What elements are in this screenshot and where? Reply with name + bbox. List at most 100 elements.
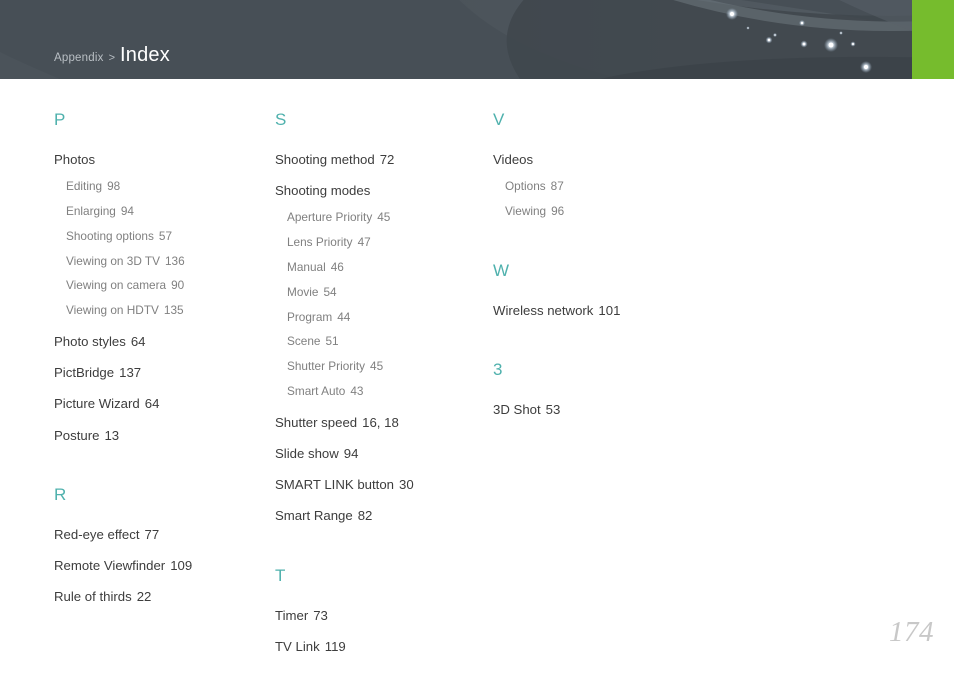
index-entry[interactable]: Photo styles 64 [54, 335, 259, 348]
index-entry-page: 16, 18 [362, 414, 399, 430]
index-subentry-page: 54 [323, 284, 337, 299]
index-entry-page: 73 [313, 607, 328, 623]
index-entry-page: 13 [104, 427, 120, 443]
index-entry-page: 109 [170, 558, 193, 573]
index-subentry-label: Viewing on HDTV [66, 303, 159, 318]
breadcrumb-separator-icon: > [108, 52, 115, 64]
index-subentry[interactable]: Options 87 [505, 179, 703, 194]
index-subentry-page: 46 [330, 260, 344, 274]
index-subentry-label: Smart Auto [287, 383, 346, 398]
index-subentry-label: Aperture Priority [287, 210, 373, 225]
index-entry[interactable]: Remote Viewfinder 109 [54, 559, 259, 572]
index-subentry[interactable]: Manual 46 [287, 260, 480, 274]
index-subentry-page: 45 [377, 210, 391, 225]
index-subentry[interactable]: Enlarging 94 [66, 204, 259, 218]
page-title: Index [120, 44, 170, 66]
index-subentry-page: 43 [350, 383, 364, 398]
index-entry[interactable]: Rule of thirds 22 [54, 590, 259, 603]
index-entry[interactable]: Red-eye effect 77 [54, 528, 259, 541]
index-entry[interactable]: Photos [54, 153, 259, 166]
index-entry[interactable]: Picture Wizard 64 [54, 397, 259, 410]
index-subentry-label: Options [505, 179, 546, 194]
index-subentry[interactable]: Movie 54 [287, 284, 480, 299]
section-letter: S [275, 110, 287, 129]
index-entry[interactable]: Timer 73 [275, 607, 480, 623]
index-entry-label: Videos [493, 152, 534, 167]
index-entry-label: Slide show [275, 445, 339, 461]
index-section-3: 3 3D Shot 53 [493, 361, 703, 416]
index-subentry-label: Scene [287, 334, 321, 349]
section-letter: T [275, 565, 286, 585]
index-subentry[interactable]: Editing 98 [66, 179, 259, 194]
index-entry-label: Shooting modes [275, 183, 371, 199]
index-entry[interactable]: Shooting modes [275, 184, 480, 197]
index-subentry-label: Editing [66, 179, 103, 194]
index-subentry-page: 96 [551, 204, 565, 218]
index-subentry-label: Movie [287, 284, 319, 299]
index-entry-label: Wireless network [493, 302, 594, 318]
index-entry-label: SMART LINK button [275, 477, 394, 493]
page-number: 174 [889, 616, 934, 648]
index-entry-page: 94 [343, 445, 359, 461]
index-section-r: R Red-eye effect 77 Remote Viewfinder 109 Rul… [54, 486, 259, 604]
index-column-3: V Videos Options 87 Viewing 96 W Wireless netwo… [493, 79, 703, 416]
section-letter: R [54, 484, 67, 504]
index-entry[interactable]: 3D Shot 53 [493, 403, 703, 416]
index-subentry-page: 47 [357, 235, 371, 250]
accent-bar [912, 0, 954, 79]
index-column-1: P Photos Editing 98 Enlarging 94 Shooting opti… [54, 79, 259, 603]
index-subentry[interactable]: Viewing on HDTV 135 [66, 303, 259, 318]
index-entry-page: 53 [545, 402, 561, 417]
index-entry[interactable]: PictBridge 137 [54, 366, 259, 379]
index-subentry-page: 90 [171, 278, 185, 293]
index-subentry[interactable]: Shutter Priority 45 [287, 360, 480, 373]
index-entry-label: Timer [275, 607, 309, 623]
index-section-t: T Timer 73 TV Link 119 [275, 567, 480, 653]
index-entry[interactable]: SMART LINK button 30 [275, 478, 480, 491]
section-letter: 3 [493, 360, 503, 379]
index-subentry-page: 94 [120, 204, 134, 218]
breadcrumb: Appendix > Index [54, 44, 170, 67]
index-subentry-label: Program [287, 309, 333, 324]
index-entry-page: 30 [399, 477, 414, 493]
index-entry[interactable]: Shooting method 72 [275, 153, 480, 166]
index-subentry-label: Lens Priority [287, 235, 353, 250]
index-entry[interactable]: Slide show 94 [275, 447, 480, 460]
index-entry[interactable]: Posture 13 [54, 427, 259, 443]
index-subentry[interactable]: Smart Auto 43 [287, 383, 480, 398]
index-column-2: S Shooting method 72 Shooting modes Aperture… [275, 79, 480, 653]
index-entry-label: Shutter speed [275, 414, 358, 430]
index-subentry[interactable]: Aperture Priority 45 [287, 212, 480, 224]
index-entry-label: 3D Shot [493, 402, 541, 417]
index-entry-label: Posture [54, 427, 100, 443]
index-subentry[interactable]: Lens Priority 47 [287, 235, 480, 250]
index-entry-page: 101 [598, 302, 621, 318]
index-entry[interactable]: Smart Range 82 [275, 509, 480, 522]
index-subentry-label: Viewing on camera [66, 278, 167, 293]
index-subentry-page: 57 [158, 228, 173, 243]
index-section-w: W Wireless network 101 [493, 262, 703, 317]
index-entry-page: 77 [144, 526, 160, 542]
index-entry-label: Picture Wizard [54, 396, 140, 412]
index-subentry[interactable]: Program 44 [287, 309, 480, 324]
index-subentry-page: 51 [325, 334, 339, 349]
index-entry[interactable]: Shutter speed 16, 18 [275, 416, 480, 429]
index-entry-label: Shooting method [275, 152, 375, 167]
section-letter: P [54, 110, 66, 129]
index-subentry-page: 87 [550, 179, 564, 194]
index-subentry[interactable]: Viewing on camera 90 [66, 278, 259, 293]
index-entry[interactable]: Wireless network 101 [493, 304, 703, 317]
index-entry[interactable]: Videos [493, 153, 703, 166]
index-subentry[interactable]: Scene 51 [287, 334, 480, 349]
index-columns: P Photos Editing 98 Enlarging 94 Shooting opti… [0, 79, 954, 653]
index-subentry[interactable]: Viewing 96 [505, 204, 703, 218]
index-entry[interactable]: TV Link 119 [275, 640, 480, 653]
index-subentry[interactable]: Shooting options 57 [66, 228, 259, 243]
header-decoration [0, 0, 954, 79]
index-subentry-page: 136 [165, 253, 185, 268]
index-section-p: P Photos Editing 98 Enlarging 94 Shooting opti… [54, 111, 259, 442]
index-subentry[interactable]: Viewing on 3D TV 136 [66, 253, 259, 268]
breadcrumb-parent[interactable]: Appendix [54, 52, 104, 64]
index-entry-label: TV Link [275, 638, 320, 654]
index-entry-label: Photo styles [54, 333, 126, 349]
